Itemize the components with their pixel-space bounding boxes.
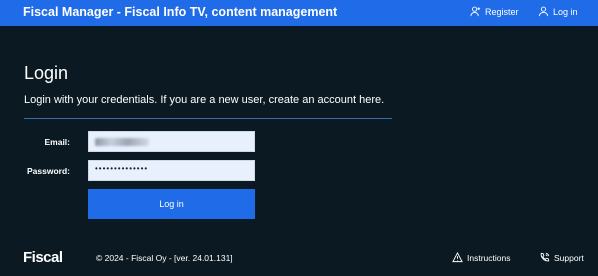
page-title: Login <box>24 63 69 83</box>
instructions-label: Instructions <box>467 252 511 263</box>
login-link[interactable]: Log in <box>538 6 578 17</box>
phone-icon <box>539 252 550 263</box>
password-label: Password: <box>27 166 70 176</box>
instructions-link[interactable]: Instructions <box>452 252 510 263</box>
login-label: Log in <box>553 6 578 17</box>
register-label: Register <box>485 6 519 17</box>
divider <box>24 118 392 119</box>
login-button[interactable]: Log in <box>88 189 255 219</box>
intro-text: Login with your credentials. If you are … <box>24 94 384 106</box>
app-title: Fiscal Manager - Fiscal Info TV, content… <box>23 5 338 19</box>
copyright-text: © 2024 - Fiscal Oy - [ver. 24.01.131] <box>96 253 233 263</box>
user-icon <box>538 6 549 17</box>
register-link[interactable]: Register <box>470 6 519 17</box>
email-label: Email: <box>44 137 70 147</box>
email-field[interactable] <box>88 131 255 152</box>
top-navigation-bar: Fiscal Manager - Fiscal Info TV, content… <box>0 0 598 26</box>
support-link[interactable]: Support <box>539 252 584 263</box>
add-user-icon <box>470 6 481 17</box>
password-field[interactable]: •••••••••••••• <box>88 160 255 181</box>
intro-prefix: Login with your credentials. If you are … <box>24 94 266 106</box>
support-label: Support <box>554 252 584 263</box>
warning-triangle-icon <box>452 252 463 263</box>
footer-logo: Fiscal <box>23 249 63 266</box>
redacted-email-blur <box>95 138 149 146</box>
create-account-link[interactable]: create an account here. <box>269 94 385 106</box>
